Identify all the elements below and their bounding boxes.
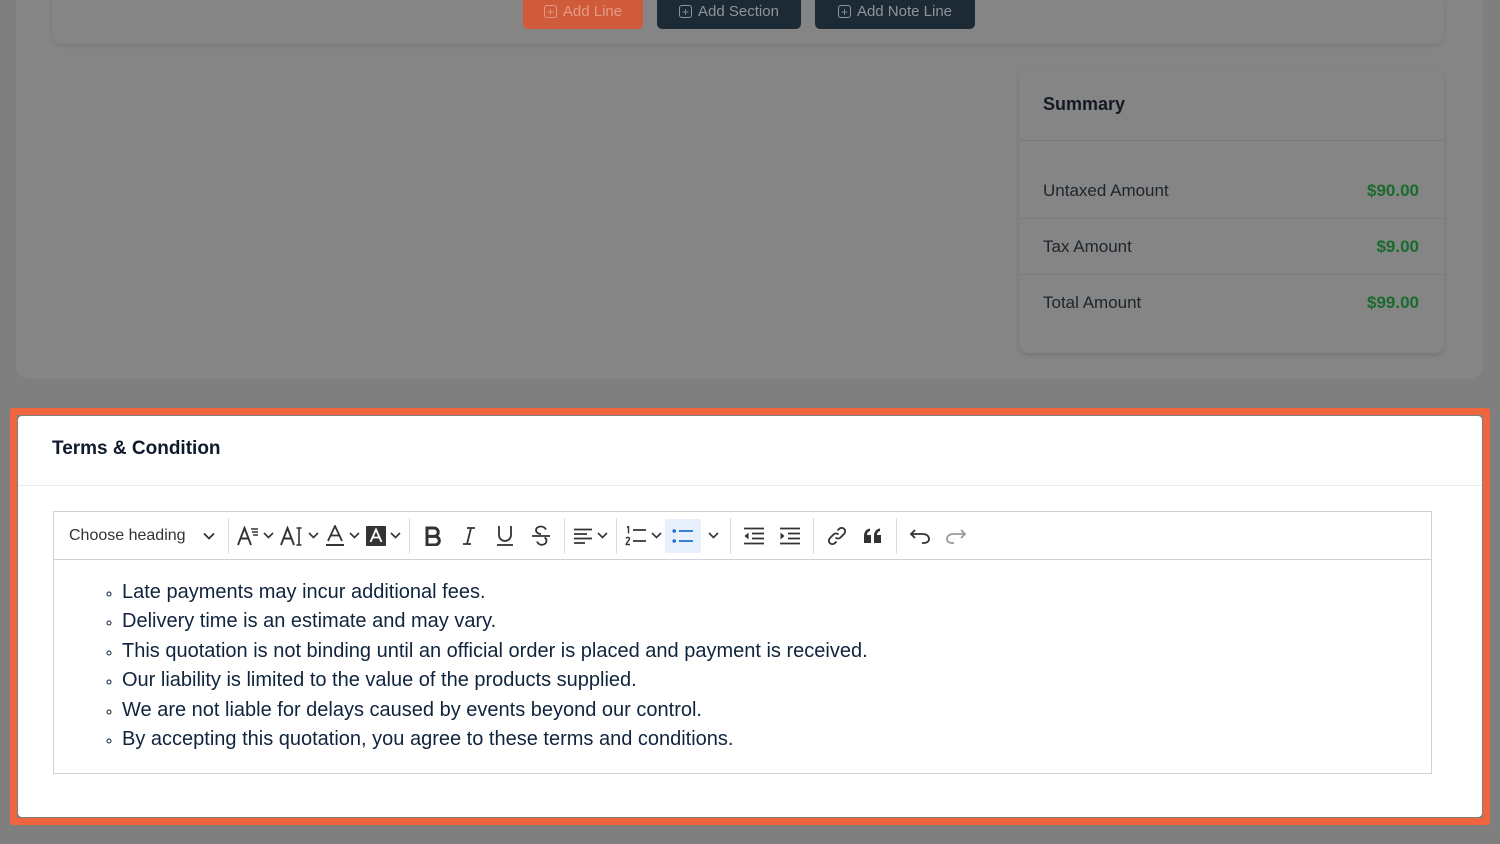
summary-label: Untaxed Amount: [1043, 181, 1169, 200]
chevron-down-icon: [707, 532, 719, 539]
summary-row-total: Total Amount $99.00: [1019, 275, 1444, 330]
editor-content[interactable]: Late payments may incur additional fees.…: [54, 560, 1431, 754]
chevron-down-icon: [263, 532, 274, 539]
block-quote-button[interactable]: [855, 519, 891, 553]
italic-icon: [463, 526, 475, 545]
heading-select-label: Choose heading: [69, 526, 186, 544]
plus-square-icon: +: [543, 5, 557, 18]
add-line-label: Add Line: [562, 3, 623, 20]
bulleted-list-button[interactable]: [665, 518, 701, 553]
add-note-line-button[interactable]: + Add Note Line: [815, 0, 975, 29]
summary-row-tax: Tax Amount $9.00: [1019, 220, 1444, 275]
toolbar-separator: [228, 517, 229, 554]
list-item: By accepting this quotation, you agree t…: [122, 725, 1431, 754]
list-item: Late payments may incur additional fees.: [122, 578, 1431, 607]
terms-divider: [18, 485, 1482, 486]
toolbar-separator: [616, 517, 617, 554]
list-item: Delivery time is an estimate and may var…: [122, 607, 1431, 636]
redo-button[interactable]: [938, 519, 974, 553]
summary-value: $90.00: [1367, 181, 1419, 200]
add-section-label: Add Section: [698, 3, 779, 20]
strikethrough-button[interactable]: [523, 519, 559, 553]
toolbar-separator: [730, 517, 731, 554]
undo-button[interactable]: [902, 519, 938, 553]
undo-icon: [909, 528, 930, 544]
summary-value: $9.00: [1376, 237, 1419, 256]
underline-button[interactable]: [487, 519, 523, 553]
editor-toolbar: Choose heading: [54, 512, 1431, 560]
highlight-color-icon: [366, 525, 386, 546]
list-item: This quotation is not binding until an o…: [122, 637, 1431, 666]
align-left-icon: [574, 528, 592, 544]
heading-select[interactable]: Choose heading: [60, 519, 223, 553]
rich-text-editor: Choose heading ◦ Late payments may incur…: [53, 511, 1432, 774]
background-color-button[interactable]: [363, 519, 404, 553]
indent-icon: [780, 527, 800, 544]
redo-icon: [946, 528, 967, 544]
quote-icon: [864, 528, 881, 543]
font-color-icon: [326, 524, 344, 546]
plus-square-icon: +: [837, 5, 851, 18]
summary-card: Summary Untaxed Amount $90.00 Tax Amount…: [1019, 69, 1444, 353]
bold-button[interactable]: [415, 519, 451, 553]
toolbar-separator: [564, 517, 565, 554]
font-family-button[interactable]: [277, 519, 322, 553]
list-item: Our liability is limited to the value of…: [122, 666, 1431, 695]
summary-label: Total Amount: [1043, 292, 1142, 312]
list-item: We are not liable for delays caused by e…: [122, 696, 1431, 725]
font-size-icon: [237, 525, 258, 545]
terms-title: Terms & Condition: [52, 438, 221, 459]
terms-list: Late payments may incur additional fees.…: [98, 578, 1431, 754]
underline-icon: [497, 525, 513, 546]
add-note-line-label: Add Note Line: [856, 3, 953, 20]
chevron-down-icon: [349, 532, 360, 539]
toolbar-separator: [813, 517, 814, 554]
chevron-down-icon: [651, 532, 662, 539]
toolbar-separator: [409, 517, 410, 554]
chevron-down-icon: [390, 532, 401, 539]
bulleted-list-icon: [672, 528, 693, 543]
outdent-icon: [744, 527, 764, 544]
strikethrough-icon: [532, 525, 550, 546]
toolbar-separator: [896, 517, 897, 554]
italic-button[interactable]: [451, 519, 487, 553]
summary-row-untaxed: Untaxed Amount $90.00: [1019, 164, 1444, 219]
summary-value: $99.00: [1367, 292, 1419, 312]
numbered-list-button[interactable]: [622, 519, 665, 553]
font-size-button[interactable]: [234, 519, 277, 553]
font-color-button[interactable]: [322, 519, 363, 553]
bold-icon: [425, 526, 441, 546]
terms-card: Terms & Condition Choose heading ◦ Late …: [18, 416, 1482, 817]
chevron-down-icon: [203, 532, 215, 540]
alignment-button[interactable]: [570, 519, 611, 553]
outdent-button[interactable]: [736, 519, 772, 553]
chevron-down-icon: [308, 532, 319, 539]
summary-label: Tax Amount: [1043, 237, 1132, 256]
add-line-button[interactable]: + Add Line: [523, 0, 643, 29]
add-section-button[interactable]: + Add Section: [657, 0, 801, 29]
numbered-list-icon: [625, 525, 646, 545]
insert-link-button[interactable]: [819, 519, 855, 553]
summary-title: Summary: [1019, 69, 1444, 141]
link-icon: [827, 526, 847, 545]
chevron-down-icon: [597, 532, 608, 539]
indent-button[interactable]: [772, 519, 808, 553]
bulleted-list-style-button[interactable]: [701, 519, 725, 553]
plus-square-icon: +: [679, 5, 693, 18]
font-family-icon: [280, 525, 302, 546]
